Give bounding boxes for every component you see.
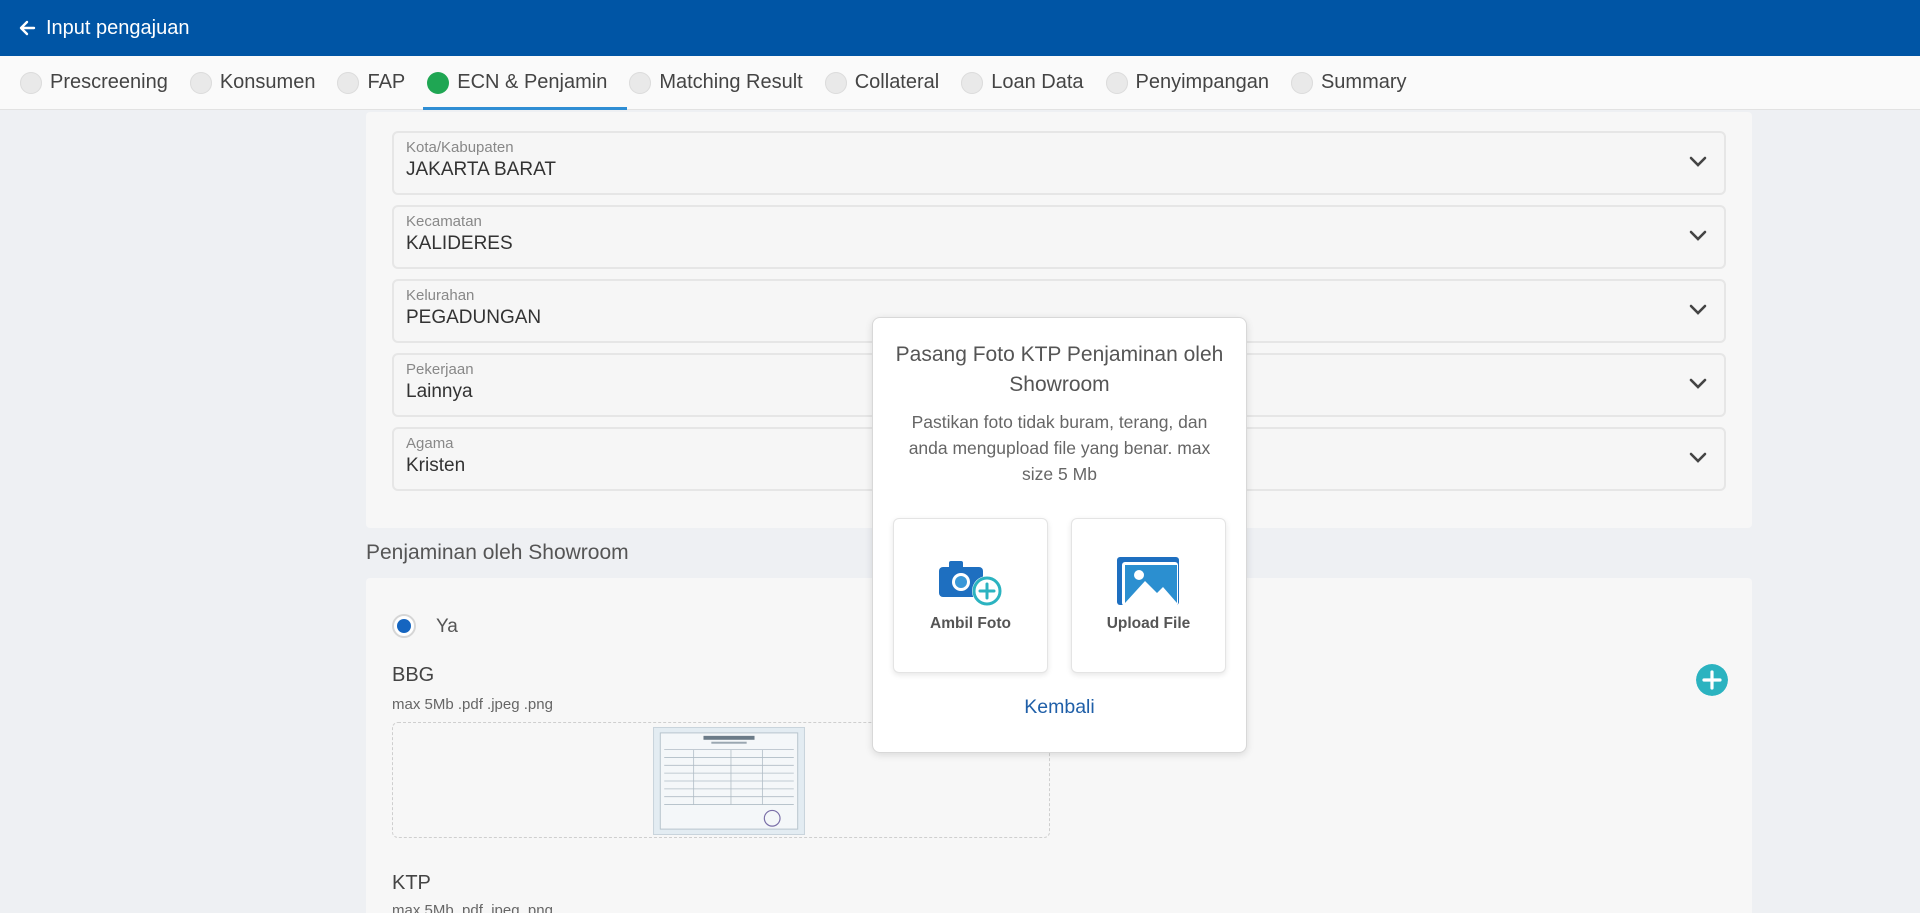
tab-label: Summary bbox=[1320, 71, 1407, 93]
top-app-bar: Input pengajuan bbox=[0, 0, 1920, 56]
doc-title-bbg: BBG bbox=[392, 664, 435, 686]
tab-label: Collateral bbox=[854, 71, 940, 93]
tab-penyimpangan[interactable]: Penyimpangan bbox=[1104, 56, 1289, 110]
upload-file-button[interactable]: Upload File bbox=[1071, 518, 1226, 673]
doc-hint-ktp: max 5Mb .pdf .jpeg .png bbox=[392, 902, 553, 913]
take-photo-button[interactable]: Ambil Foto bbox=[893, 518, 1048, 673]
tab-fap[interactable]: FAP bbox=[335, 56, 425, 110]
page-title: Input pengajuan bbox=[46, 16, 190, 39]
tab-konsumen[interactable]: Konsumen bbox=[188, 56, 336, 110]
field-value: PEGADUNGAN bbox=[406, 307, 542, 328]
step-tabs: Prescreening Konsumen FAP ECN & Penjamin… bbox=[0, 56, 1920, 110]
tab-label: Prescreening bbox=[50, 71, 168, 93]
field-label: Agama bbox=[406, 435, 454, 452]
tab-collateral[interactable]: Collateral bbox=[823, 56, 959, 110]
chevron-down-icon bbox=[1689, 156, 1707, 167]
tab-label: FAP bbox=[367, 71, 406, 93]
field-value: Lainnya bbox=[406, 381, 473, 402]
step-status-dot bbox=[824, 71, 847, 94]
field-value: JAKARTA BARAT bbox=[406, 159, 556, 180]
step-status-dot bbox=[427, 71, 450, 94]
add-document-button[interactable] bbox=[1696, 664, 1728, 696]
back-arrow-icon[interactable] bbox=[18, 19, 36, 37]
radio-label: Ya bbox=[436, 616, 458, 637]
dialog-title: Pasang Foto KTP Penjaminan oleh Showroom bbox=[895, 343, 1224, 396]
tab-label: Loan Data bbox=[991, 71, 1084, 93]
tab-matching-result[interactable]: Matching Result bbox=[627, 56, 822, 110]
document-thumbnail[interactable] bbox=[653, 727, 805, 835]
chevron-down-icon bbox=[1689, 378, 1707, 389]
tab-summary[interactable]: Summary bbox=[1289, 56, 1427, 110]
upload-file-label: Upload File bbox=[1106, 615, 1191, 632]
tab-label: ECN & Penjamin bbox=[457, 71, 608, 93]
camera-add-icon bbox=[939, 561, 1002, 606]
field-value: KALIDERES bbox=[406, 233, 513, 254]
tab-prescreening[interactable]: Prescreening bbox=[18, 56, 188, 110]
chevron-down-icon bbox=[1689, 452, 1707, 463]
chevron-down-icon bbox=[1689, 304, 1707, 315]
field-label: Kelurahan bbox=[406, 287, 475, 304]
step-status-dot bbox=[189, 71, 212, 94]
field-value: Kristen bbox=[406, 455, 466, 476]
kecamatan-select[interactable]: Kecamatan KALIDERES bbox=[392, 205, 1726, 269]
take-photo-label: Ambil Foto bbox=[930, 615, 1011, 632]
tab-label: Matching Result bbox=[659, 71, 803, 93]
step-status-dot bbox=[1105, 71, 1128, 94]
field-label: Kota/Kabupaten bbox=[406, 139, 514, 156]
image-gallery-icon bbox=[1117, 557, 1179, 606]
tab-ecn-penjamin[interactable]: ECN & Penjamin bbox=[423, 56, 628, 110]
step-status-dot bbox=[961, 71, 984, 94]
chevron-down-icon bbox=[1689, 230, 1707, 241]
step-status-dot bbox=[20, 71, 42, 94]
doc-hint-bbg: max 5Mb .pdf .jpeg .png bbox=[392, 696, 553, 713]
tab-label: Konsumen bbox=[219, 71, 316, 93]
tab-loan-data[interactable]: Loan Data bbox=[959, 56, 1103, 110]
doc-title-ktp: KTP bbox=[392, 872, 431, 894]
back-link[interactable]: Kembali bbox=[873, 696, 1246, 719]
field-label: Pekerjaan bbox=[406, 361, 474, 378]
field-label: Kecamatan bbox=[406, 213, 482, 230]
dialog-description: Pastikan foto tidak buram, terang, dan a… bbox=[908, 412, 1211, 484]
step-status-dot bbox=[1290, 71, 1313, 94]
tab-label: Penyimpangan bbox=[1135, 71, 1269, 93]
kota-kabupaten-select[interactable]: Kota/Kabupaten JAKARTA BARAT bbox=[392, 131, 1726, 195]
step-status-dot bbox=[629, 71, 652, 94]
section-title: Penjaminan oleh Showroom bbox=[366, 541, 629, 564]
upload-photo-dialog: Pasang Foto KTP Penjaminan oleh Showroom… bbox=[872, 317, 1247, 753]
step-status-dot bbox=[337, 71, 360, 94]
radio-ya[interactable] bbox=[392, 614, 416, 638]
